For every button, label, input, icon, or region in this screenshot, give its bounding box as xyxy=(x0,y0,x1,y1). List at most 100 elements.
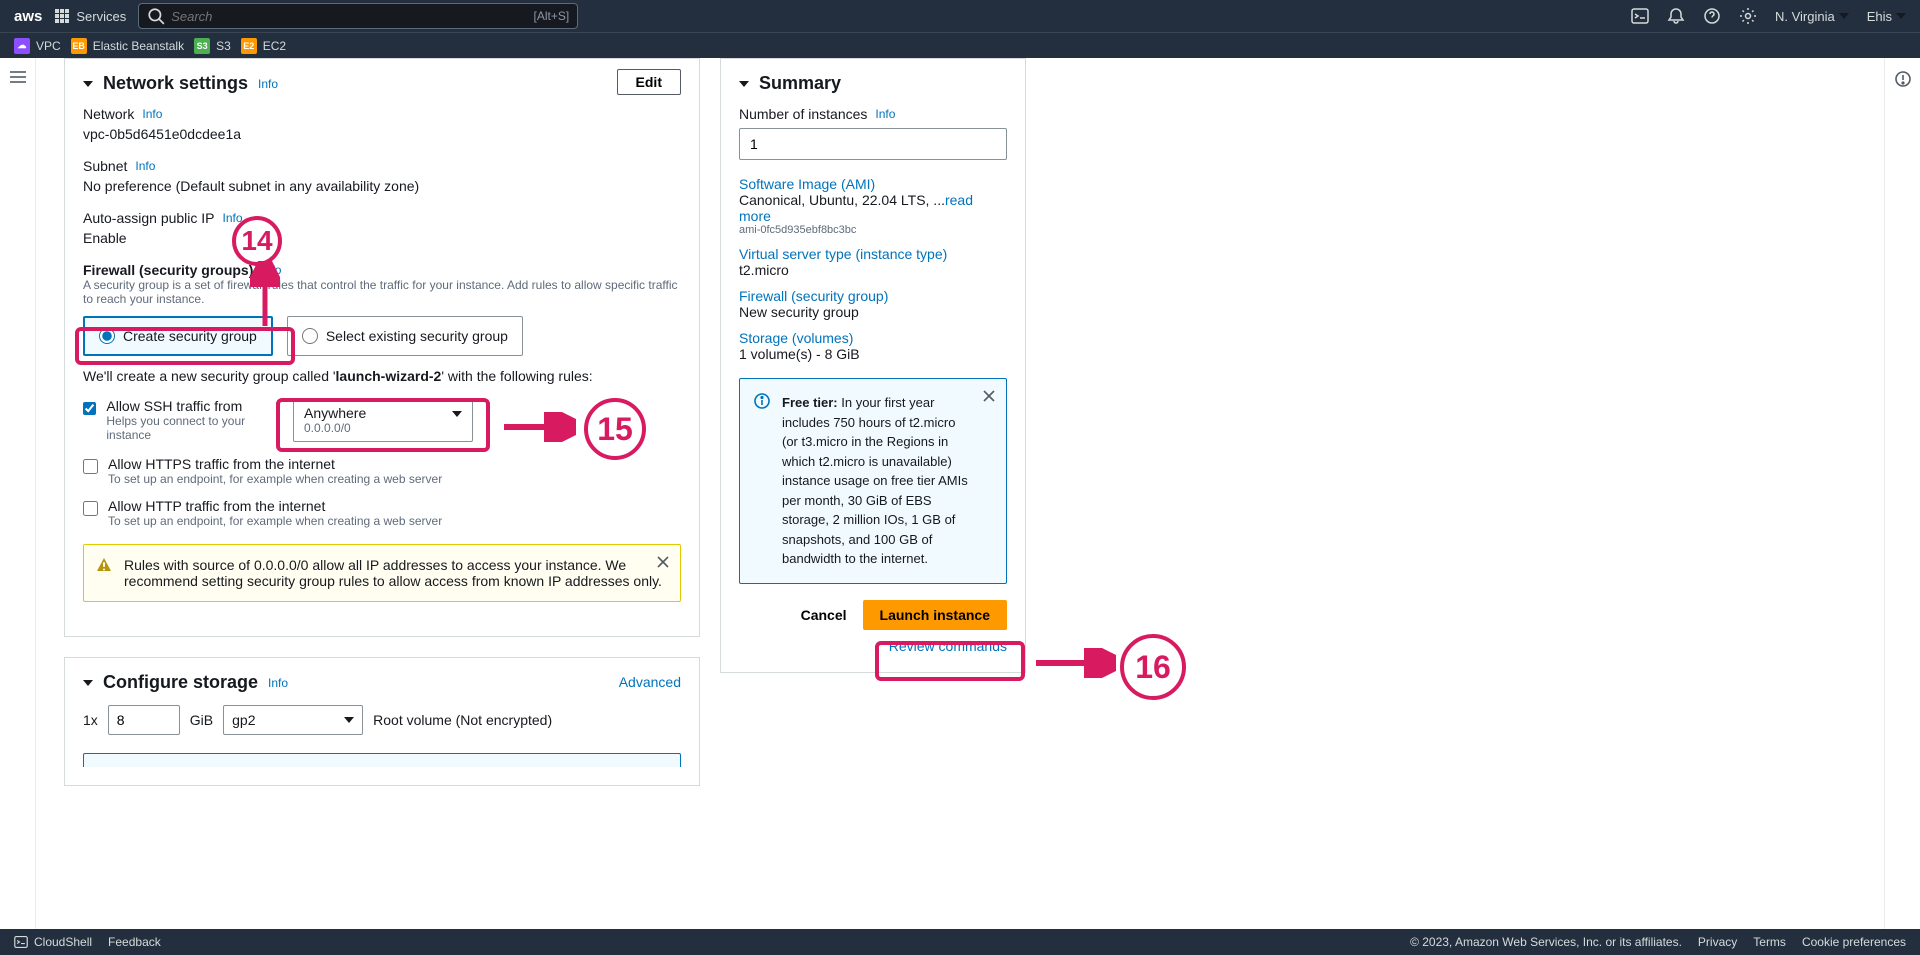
ssh-source-line1: Anywhere xyxy=(304,405,462,421)
left-drawer-toggle[interactable] xyxy=(0,58,36,929)
feedback-link[interactable]: Feedback xyxy=(108,935,161,949)
services-label: Services xyxy=(76,9,126,24)
open-access-warning: Rules with source of 0.0.0.0/0 allow all… xyxy=(83,544,681,602)
footer: CloudShell Feedback © 2023, Amazon Web S… xyxy=(0,929,1920,955)
firewall-info-link[interactable]: Info xyxy=(261,263,281,277)
allow-ssh-checkbox[interactable] xyxy=(83,401,96,416)
chevron-down-icon xyxy=(1839,13,1849,19)
allow-ssh-label: Allow SSH traffic from xyxy=(106,398,273,414)
main-content: Edit Network settings Info Network Info … xyxy=(36,58,1884,929)
allow-http-sublabel: To set up an endpoint, for example when … xyxy=(108,514,442,528)
free-tier-bold: Free tier: xyxy=(782,395,838,410)
network-settings-heading: Network settings xyxy=(103,73,248,94)
network-label: Network xyxy=(83,106,134,122)
favorite-elastic-beanstalk[interactable]: EBElastic Beanstalk xyxy=(71,38,184,54)
account-menu[interactable]: Ehis xyxy=(1867,9,1906,24)
help-icon[interactable] xyxy=(1703,7,1721,25)
firewall-heading: Firewall (security groups) xyxy=(83,262,253,278)
summary-heading: Summary xyxy=(759,73,841,94)
ec2-icon: E2 xyxy=(241,38,257,54)
cloudshell-footer-link[interactable]: CloudShell xyxy=(14,935,92,949)
instance-type-label[interactable]: Virtual server type (instance type) xyxy=(739,246,1007,262)
elastic-beanstalk-icon: EB xyxy=(71,38,87,54)
ssh-source-select[interactable]: Anywhere 0.0.0.0/0 xyxy=(293,398,473,442)
allow-https-sublabel: To set up an endpoint, for example when … xyxy=(108,472,442,486)
allow-http-checkbox[interactable] xyxy=(83,501,98,516)
favorites-bar: ☁VPC EBElastic Beanstalk S3S3 E2EC2 xyxy=(0,32,1920,58)
storage-info-link[interactable]: Info xyxy=(268,676,288,690)
close-warning-button[interactable] xyxy=(656,555,670,569)
terms-link[interactable]: Terms xyxy=(1753,935,1786,949)
search-input[interactable] xyxy=(171,9,527,24)
select-sg-radio[interactable] xyxy=(302,328,318,344)
ami-label[interactable]: Software Image (AMI) xyxy=(739,176,1007,192)
grid-icon xyxy=(54,8,70,24)
free-tier-info: Free tier: In your first year includes 7… xyxy=(739,378,1007,584)
summary-panel: Summary Number of instances Info Softwar… xyxy=(720,58,1026,673)
allow-ssh-sublabel: Helps you connect to your instance xyxy=(106,414,273,442)
cancel-button[interactable]: Cancel xyxy=(801,607,847,623)
free-tier-text: In your first year includes 750 hours of… xyxy=(782,395,968,566)
storage-prefix: 1x xyxy=(83,712,98,728)
subnet-label: Subnet xyxy=(83,158,127,174)
storage-type-value: gp2 xyxy=(232,712,255,728)
allow-https-checkbox[interactable] xyxy=(83,459,98,474)
select-existing-security-group-option[interactable]: Select existing security group xyxy=(287,316,523,356)
warning-text: Rules with source of 0.0.0.0/0 allow all… xyxy=(124,557,662,589)
global-search[interactable]: [Alt+S] xyxy=(138,3,578,29)
subnet-value: No preference (Default subnet in any ava… xyxy=(83,178,681,194)
review-commands-link[interactable]: Review commands xyxy=(889,638,1007,654)
region-selector[interactable]: N. Virginia xyxy=(1775,9,1849,24)
chevron-down-icon xyxy=(452,411,462,417)
collapse-icon[interactable] xyxy=(739,81,749,87)
storage-label[interactable]: Storage (volumes) xyxy=(739,330,1007,346)
cloudshell-icon[interactable] xyxy=(1631,7,1649,25)
storage-value: 1 volume(s) - 8 GiB xyxy=(739,346,1007,362)
instance-type-value: t2.micro xyxy=(739,262,1007,278)
edit-network-button[interactable]: Edit xyxy=(617,69,681,95)
advanced-storage-link[interactable]: Advanced xyxy=(619,674,681,690)
collapse-icon[interactable] xyxy=(83,680,93,686)
firewall-label[interactable]: Firewall (security group) xyxy=(739,288,1007,304)
chevron-down-icon xyxy=(344,717,354,723)
right-drawer-toggle[interactable] xyxy=(1884,58,1920,929)
launch-instance-button[interactable]: Launch instance xyxy=(863,600,1007,630)
ami-id: ami-0fc5d935ebf8bc3bc xyxy=(739,224,1007,236)
s3-icon: S3 xyxy=(194,38,210,54)
num-instances-label: Number of instances xyxy=(739,106,867,122)
cookie-preferences-link[interactable]: Cookie preferences xyxy=(1802,935,1906,949)
num-instances-info-link[interactable]: Info xyxy=(875,107,895,121)
configure-storage-panel: Advanced Configure storage Info 1x GiB g… xyxy=(64,657,700,786)
collapse-icon[interactable] xyxy=(83,81,93,87)
autoip-value: Enable xyxy=(83,230,681,246)
services-menu-button[interactable]: Services xyxy=(54,8,126,24)
num-instances-input[interactable] xyxy=(739,128,1007,160)
subnet-info-link[interactable]: Info xyxy=(135,159,155,173)
favorite-s3[interactable]: S3S3 xyxy=(194,38,231,54)
network-settings-panel: Edit Network settings Info Network Info … xyxy=(64,58,700,637)
search-shortcut: [Alt+S] xyxy=(534,9,570,23)
privacy-link[interactable]: Privacy xyxy=(1698,935,1737,949)
favorite-ec2[interactable]: E2EC2 xyxy=(241,38,286,54)
settings-icon[interactable] xyxy=(1739,7,1757,25)
ssh-source-line2: 0.0.0.0/0 xyxy=(304,421,462,435)
create-sg-radio[interactable] xyxy=(99,328,115,344)
allow-https-label: Allow HTTPS traffic from the internet xyxy=(108,456,442,472)
sg-note: We'll create a new security group called… xyxy=(83,368,681,384)
vpc-icon: ☁ xyxy=(14,38,30,54)
autoip-info-link[interactable]: Info xyxy=(223,211,243,225)
network-value: vpc-0b5d6451e0dcdee1a xyxy=(83,126,681,142)
firewall-value: New security group xyxy=(739,304,1007,320)
search-icon xyxy=(147,7,165,25)
network-info-link[interactable]: Info xyxy=(258,77,278,91)
storage-type-select[interactable]: gp2 xyxy=(223,705,363,735)
notifications-icon[interactable] xyxy=(1667,7,1685,25)
close-free-tier-button[interactable] xyxy=(982,389,996,403)
create-security-group-option[interactable]: Create security group xyxy=(83,316,273,356)
info-icon xyxy=(754,393,770,409)
network-field-info-link[interactable]: Info xyxy=(142,107,162,121)
ami-value: Canonical, Ubuntu, 22.04 LTS, ...read mo… xyxy=(739,192,1007,224)
storage-size-input[interactable] xyxy=(108,705,180,735)
aws-logo[interactable]: aws xyxy=(14,8,42,25)
favorite-vpc[interactable]: ☁VPC xyxy=(14,38,61,54)
